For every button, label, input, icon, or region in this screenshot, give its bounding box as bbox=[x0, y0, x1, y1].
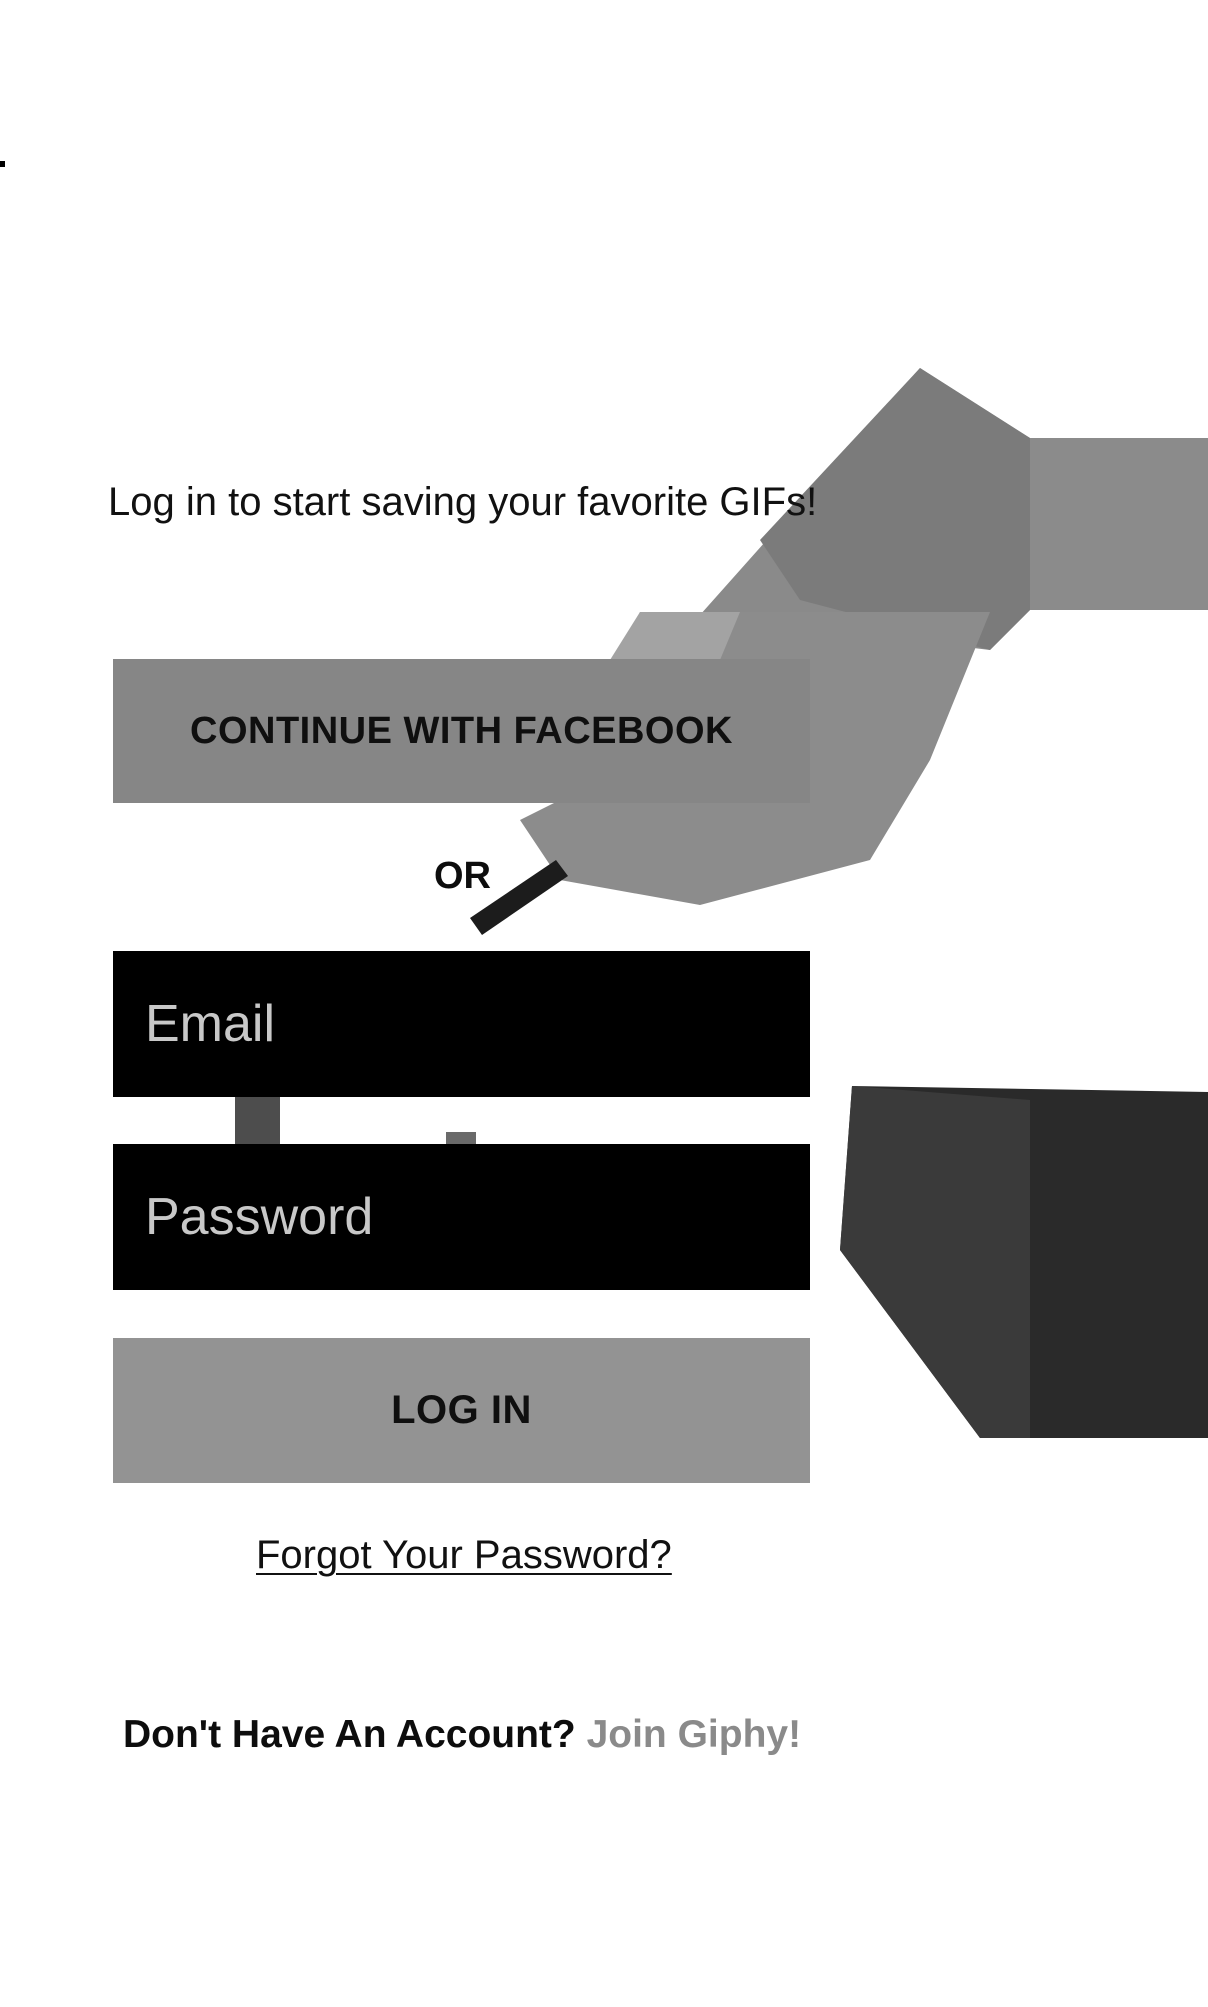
password-field[interactable] bbox=[145, 1187, 810, 1247]
email-field[interactable] bbox=[145, 994, 810, 1054]
forgot-password-link[interactable]: Forgot Your Password? bbox=[256, 1533, 672, 1578]
login-tagline: Log in to start saving your favorite GIF… bbox=[108, 480, 818, 524]
background-block-bottom-face bbox=[840, 1086, 1030, 1438]
background-pillar bbox=[235, 1097, 280, 1145]
password-field-container bbox=[113, 1144, 810, 1290]
status-indicator-icon bbox=[0, 161, 5, 167]
email-field-container bbox=[113, 951, 810, 1097]
log-in-button[interactable]: LOG IN bbox=[113, 1338, 810, 1483]
signup-row: Don't Have An Account? Join Giphy! bbox=[123, 1713, 823, 1757]
background-block-top-bevel bbox=[610, 612, 740, 660]
background-strip-right bbox=[1030, 438, 1208, 610]
join-giphy-link[interactable]: Join Giphy! bbox=[587, 1713, 802, 1756]
signup-prompt: Don't Have An Account? bbox=[123, 1713, 587, 1756]
or-separator: OR bbox=[434, 855, 491, 897]
continue-with-facebook-button[interactable]: CONTINUE WITH FACEBOOK bbox=[113, 659, 810, 803]
